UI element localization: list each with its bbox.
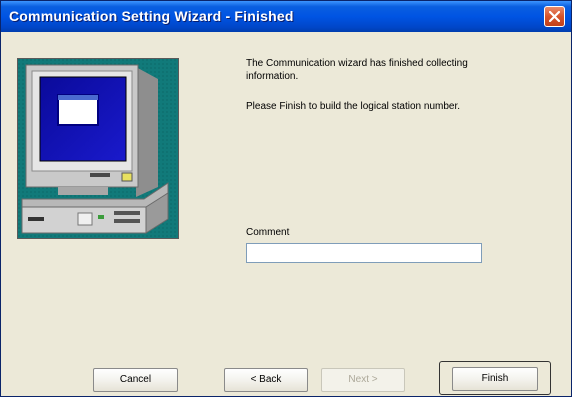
comment-field[interactable] (246, 243, 482, 263)
close-button[interactable] (544, 6, 565, 27)
close-icon (549, 11, 560, 22)
wizard-window: Communication Setting Wizard - Finished (0, 0, 572, 397)
finished-message: The Communication wizard has finished co… (246, 58, 468, 82)
cancel-button[interactable]: Cancel (93, 368, 178, 392)
computer-illustration (17, 58, 179, 239)
comment-label: Comment (246, 227, 290, 238)
next-button[interactable]: Next > (321, 368, 405, 392)
title-bar[interactable]: Communication Setting Wizard - Finished (1, 1, 571, 32)
finish-button-focus-frame: Finish (439, 361, 551, 395)
computer-icon (18, 59, 178, 238)
finish-button[interactable]: Finish (452, 367, 538, 391)
instruction-message: Please Finish to build the logical stati… (246, 101, 461, 112)
window-title: Communication Setting Wizard - Finished (9, 8, 294, 24)
back-button[interactable]: < Back (224, 368, 308, 392)
